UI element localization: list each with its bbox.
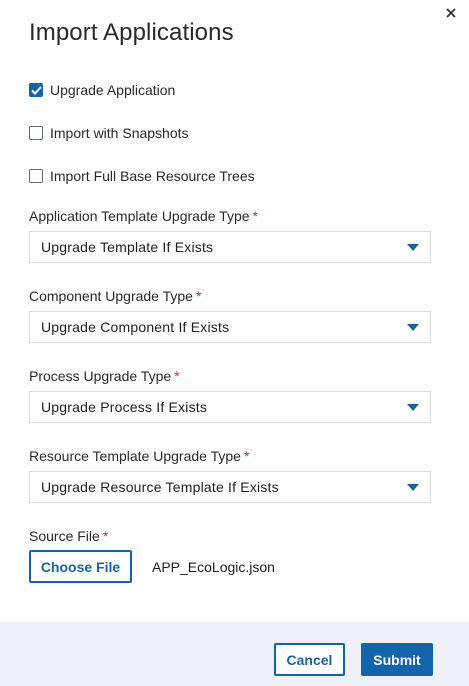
- select-value: Upgrade Template If Exists: [41, 239, 214, 255]
- resource-template-upgrade-type-select[interactable]: Upgrade Resource Template If Exists: [29, 471, 431, 503]
- field-label-text: Source File: [29, 528, 100, 544]
- chevron-down-icon: [407, 484, 419, 491]
- import-with-snapshots-option[interactable]: Import with Snapshots: [29, 124, 189, 142]
- import-full-base-resource-trees-option[interactable]: Import Full Base Resource Trees: [29, 167, 255, 185]
- field-label-text: Process Upgrade Type: [29, 368, 172, 384]
- chevron-down-icon: [407, 404, 419, 411]
- required-mark: *: [102, 528, 109, 544]
- upgrade-application-option[interactable]: Upgrade Application: [29, 81, 175, 99]
- import-with-snapshots-label: Import with Snapshots: [50, 125, 189, 141]
- select-value: Upgrade Component If Exists: [41, 319, 230, 335]
- component-upgrade-type-select[interactable]: Upgrade Component If Exists: [29, 311, 431, 343]
- select-value: Upgrade Resource Template If Exists: [41, 479, 279, 495]
- required-mark: *: [174, 368, 180, 384]
- selected-file-name: APP_EcoLogic.json: [152, 559, 275, 575]
- import-applications-dialog: Import Applications Upgrade Application …: [0, 0, 469, 686]
- field-label-text: Resource Template Upgrade Type: [29, 448, 241, 464]
- required-mark: *: [252, 208, 258, 224]
- close-icon[interactable]: [444, 6, 458, 20]
- select-value: Upgrade Process If Exists: [41, 399, 208, 415]
- application-template-upgrade-type-label: Application Template Upgrade Type *: [29, 208, 258, 224]
- import-with-snapshots-checkbox[interactable]: [29, 126, 43, 140]
- chevron-down-icon: [407, 244, 419, 251]
- import-full-base-resource-trees-label: Import Full Base Resource Trees: [50, 168, 255, 184]
- cancel-button[interactable]: Cancel: [274, 643, 345, 676]
- required-mark: *: [195, 288, 202, 304]
- required-mark: *: [243, 448, 250, 464]
- process-upgrade-type-label: Process Upgrade Type *: [29, 368, 180, 384]
- process-upgrade-type-select[interactable]: Upgrade Process If Exists: [29, 391, 431, 423]
- component-upgrade-type-label: Component Upgrade Type *: [29, 288, 201, 304]
- submit-button[interactable]: Submit: [361, 643, 433, 676]
- dialog-title: Import Applications: [29, 19, 234, 46]
- chevron-down-icon: [407, 324, 419, 331]
- application-template-upgrade-type-select[interactable]: Upgrade Template If Exists: [29, 231, 431, 263]
- field-label-text: Application Template Upgrade Type: [29, 208, 250, 224]
- import-full-base-resource-trees-checkbox[interactable]: [29, 169, 43, 183]
- upgrade-application-label: Upgrade Application: [50, 82, 176, 98]
- checkmark-icon: [30, 85, 42, 95]
- choose-file-button[interactable]: Choose File: [29, 550, 132, 583]
- source-file-label: Source File *: [29, 528, 108, 544]
- dialog-footer: Cancel Submit: [0, 622, 469, 686]
- upgrade-application-checkbox[interactable]: [29, 83, 43, 97]
- resource-template-upgrade-type-label: Resource Template Upgrade Type *: [29, 448, 249, 464]
- field-label-text: Component Upgrade Type: [29, 288, 193, 304]
